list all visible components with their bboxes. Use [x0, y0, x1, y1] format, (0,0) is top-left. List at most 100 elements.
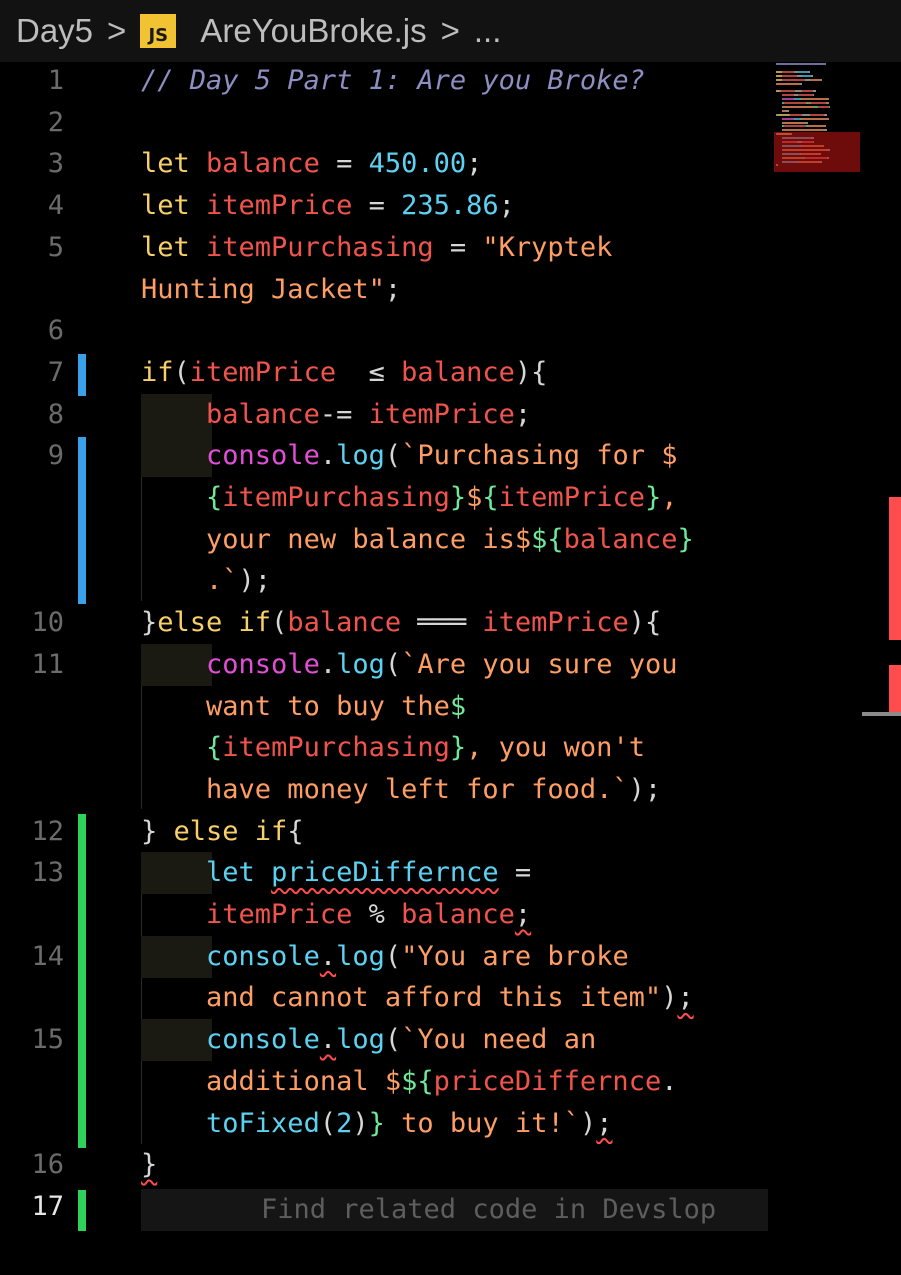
- code-line[interactable]: itemPrice % balance;: [0, 894, 768, 936]
- code-line[interactable]: 1 // Day 5 Part 1: Are you Broke?: [0, 62, 768, 102]
- code-line[interactable]: and cannot afford this item");: [0, 977, 768, 1019]
- code-line[interactable]: 11 console.log(`Are you sure you: [0, 643, 768, 686]
- minimap-line: [790, 113, 802, 116]
- line-number: 10: [31, 607, 64, 639]
- breadcrumb-symbols[interactable]: ...: [474, 12, 502, 50]
- code-token: %: [352, 899, 402, 930]
- code-text: itemPrice % balance;: [141, 894, 531, 936]
- code-line[interactable]: 17: [0, 1186, 768, 1228]
- code-token: =: [352, 190, 402, 222]
- code-line[interactable]: 5 let itemPurchasing = "Kryptek: [0, 227, 768, 269]
- scrollbar-error-marker[interactable]: [889, 665, 901, 712]
- code-text: }: [141, 1144, 157, 1186]
- minimap-line: [784, 102, 807, 104]
- code-line[interactable]: .`);: [0, 560, 768, 602]
- code-editor[interactable]: Find related code in Devslop 1// Day 5 P…: [0, 62, 768, 1275]
- minimap-line: [776, 82, 800, 85]
- code-token: .: [319, 1024, 337, 1056]
- code-line[interactable]: 8 balance-= itemPrice;: [0, 393, 768, 436]
- breadcrumb: Day5 > JS AreYouBroke.js > ...: [0, 0, 901, 62]
- code-line[interactable]: 3 let balance = 450.00;: [0, 143, 768, 185]
- code-token: .: [661, 1065, 678, 1097]
- minimap-line: [784, 125, 807, 128]
- line-number: 2: [47, 106, 64, 138]
- code-line[interactable]: your new balance is$${balance}: [0, 519, 768, 561]
- minimap-line: [808, 125, 826, 128]
- minimap-line: [780, 90, 796, 93]
- minimap-line: [798, 94, 813, 97]
- code-token: `You need an: [401, 1024, 597, 1056]
- code-line[interactable]: 6: [0, 310, 768, 352]
- code-token: let: [141, 190, 207, 222]
- code-token: {: [206, 732, 223, 764]
- code-token: (: [384, 1024, 402, 1056]
- code-token: (: [384, 440, 402, 472]
- code-text: your new balance is$${balance}: [141, 519, 694, 561]
- code-token: 450.00: [368, 148, 467, 180]
- code-token: to buy it!`: [384, 1107, 580, 1139]
- code-token: ;: [466, 148, 483, 180]
- code-token: itemPurchasing: [222, 732, 450, 764]
- code-text: balance-= itemPrice;: [141, 394, 531, 436]
- code-text: if(itemPrice ≤ balance){: [141, 352, 547, 394]
- code-text: let priceDiffernce =: [141, 852, 531, 894]
- code-line[interactable]: 10}else if(balance ═══ itemPrice){: [0, 602, 768, 644]
- scrollbar-error-marker[interactable]: [889, 497, 901, 640]
- code-line[interactable]: 15 console.log(`You need an: [0, 1019, 768, 1062]
- minimap-line: [782, 78, 805, 81]
- code-token: ;: [596, 1107, 613, 1139]
- line-number: 17: [31, 1190, 64, 1222]
- code-token: ;: [677, 982, 694, 1014]
- code-line[interactable]: {itemPurchasing}, you won't: [0, 727, 768, 769]
- code-line[interactable]: 14 console.log("You are broke: [0, 935, 768, 978]
- line-number: 16: [31, 1149, 64, 1181]
- code-line[interactable]: Hunting Jacket";: [0, 269, 768, 311]
- code-token: ): [352, 1107, 369, 1139]
- code-token: let: [141, 148, 207, 180]
- code-line[interactable]: 16}: [0, 1144, 768, 1186]
- code-text: .`);: [141, 560, 271, 602]
- minimap-line: [777, 113, 789, 116]
- code-token: );: [238, 565, 272, 597]
- code-token: }: [368, 1107, 385, 1139]
- code-token: $: [466, 482, 483, 513]
- minimap-line: [828, 105, 831, 108]
- code-token: itemPrice: [368, 398, 515, 430]
- scrollbar-slider[interactable]: [862, 712, 901, 716]
- code-token: ;: [514, 398, 532, 430]
- code-token: balance: [206, 148, 320, 180]
- minimap-error-highlight: [774, 132, 860, 172]
- code-line[interactable]: 13 let priceDiffernce =: [0, 852, 768, 895]
- code-token: ═══: [401, 607, 483, 639]
- minimap-line: [782, 129, 824, 132]
- code-token: log: [336, 1024, 385, 1056]
- code-line[interactable]: {itemPurchasing}${itemPrice},: [0, 477, 768, 519]
- minimap-line: [800, 82, 802, 85]
- code-line[interactable]: have money left for food.`);: [0, 769, 768, 811]
- code-token: 235.86: [401, 190, 499, 222]
- code-token: }: [141, 1149, 158, 1181]
- code-line[interactable]: additional $${priceDiffernce.: [0, 1061, 768, 1103]
- code-line[interactable]: want to buy the$: [0, 686, 768, 728]
- code-token: let: [206, 857, 272, 889]
- code-token: priceDiffernce: [271, 857, 499, 889]
- code-line[interactable]: 4 let itemPrice = 235.86;: [0, 185, 768, 227]
- breadcrumb-folder[interactable]: Day5: [16, 12, 93, 50]
- code-line[interactable]: 9 console.log(`Purchasing for $: [0, 435, 768, 478]
- code-line[interactable]: 7 if(itemPrice ≤ balance){: [0, 352, 768, 394]
- code-token: =: [498, 857, 532, 889]
- code-line[interactable]: toFixed(2)} to buy it!`);: [0, 1103, 768, 1145]
- code-text: Hunting Jacket";: [141, 269, 401, 311]
- code-token: .: [319, 940, 337, 972]
- minimap-line: [782, 105, 815, 108]
- code-token: itemPurchasing: [206, 231, 434, 263]
- code-token: }: [141, 607, 158, 639]
- code-line[interactable]: 12} else if{: [0, 811, 768, 853]
- breadcrumb-file[interactable]: AreYouBroke.js: [200, 12, 426, 50]
- minimap[interactable]: [768, 62, 901, 1275]
- code-line[interactable]: 2: [0, 102, 768, 144]
